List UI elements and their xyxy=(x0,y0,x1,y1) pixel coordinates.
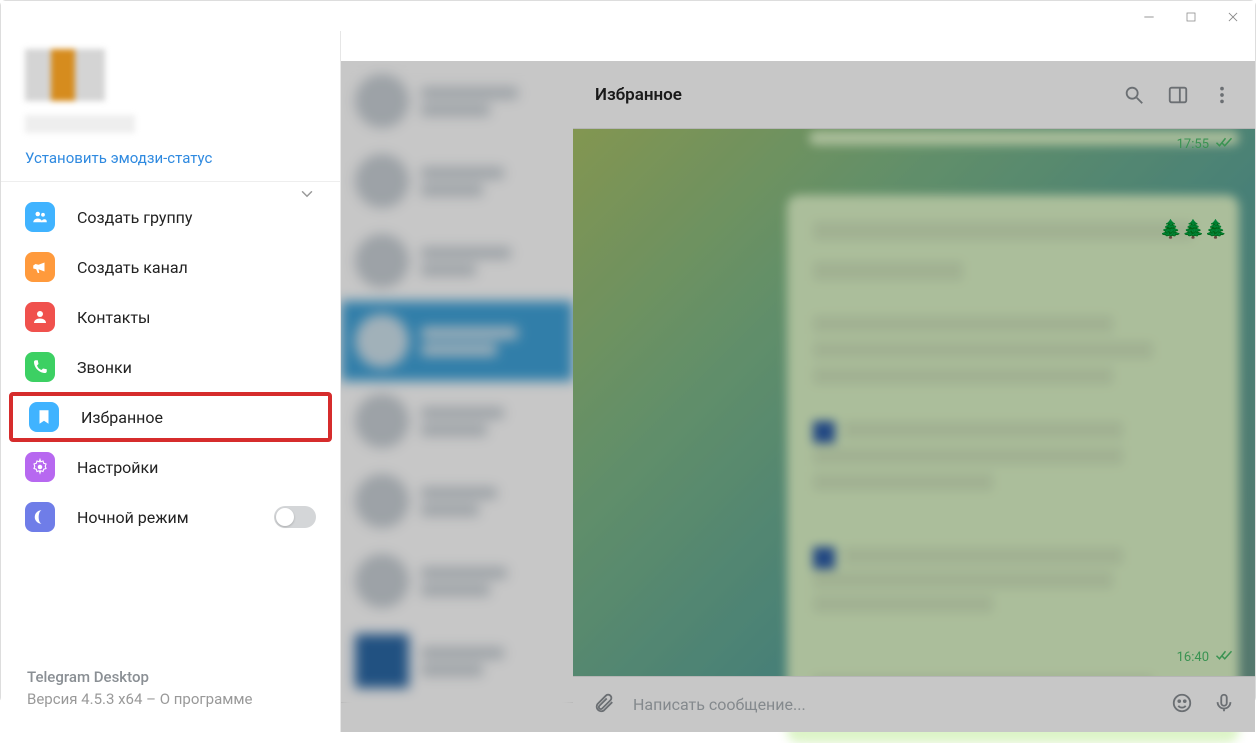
menu-item-saved-messages[interactable]: Избранное xyxy=(9,392,332,442)
menu-footer: Telegram Desktop Версия 4.5.3 x64 – О пр… xyxy=(1,650,340,732)
set-emoji-status-link[interactable]: Установить эмодзи-статус xyxy=(25,149,316,167)
menu-label: Настройки xyxy=(77,458,158,477)
person-icon xyxy=(25,302,55,332)
menu-label: Создать группу xyxy=(77,208,192,227)
menu-label: Избранное xyxy=(81,408,163,427)
bookmark-icon xyxy=(29,402,59,432)
window-controls xyxy=(1137,5,1245,29)
menu-item-contacts[interactable]: Контакты xyxy=(1,292,340,342)
menu-item-create-group[interactable]: Создать группу xyxy=(1,192,340,242)
group-icon xyxy=(25,202,55,232)
menu-label: Ночной режим xyxy=(77,508,189,527)
menu-label: Создать канал xyxy=(77,258,188,277)
gear-icon xyxy=(25,452,55,482)
maximize-button[interactable] xyxy=(1179,5,1203,29)
version-about-link[interactable]: Версия 4.5.3 x64 – О программе xyxy=(27,690,314,708)
avatar[interactable] xyxy=(25,49,105,101)
menu-label: Звонки xyxy=(77,358,132,377)
chevron-down-icon[interactable] xyxy=(298,185,316,207)
phone-icon xyxy=(25,352,55,382)
moon-icon xyxy=(25,502,55,532)
close-button[interactable] xyxy=(1221,5,1245,29)
titlebar xyxy=(1,1,1255,31)
menu-item-create-channel[interactable]: Создать канал xyxy=(1,242,340,292)
menu-item-settings[interactable]: Настройки xyxy=(1,442,340,492)
night-mode-toggle[interactable] xyxy=(274,506,316,528)
username xyxy=(25,115,135,133)
modal-overlay[interactable] xyxy=(341,61,1255,732)
megaphone-icon xyxy=(25,252,55,282)
menu-list: Создать группу Создать канал Контакты Зв… xyxy=(1,182,340,552)
minimize-button[interactable] xyxy=(1137,5,1161,29)
menu-item-night-mode[interactable]: Ночной режим xyxy=(1,492,340,542)
menu-item-calls[interactable]: Звонки xyxy=(1,342,340,392)
main-menu-panel: Установить эмодзи-статус Создать группу … xyxy=(1,31,341,732)
profile-section: Установить эмодзи-статус xyxy=(1,31,340,182)
app-name: Telegram Desktop xyxy=(27,668,314,686)
menu-label: Контакты xyxy=(77,308,150,327)
